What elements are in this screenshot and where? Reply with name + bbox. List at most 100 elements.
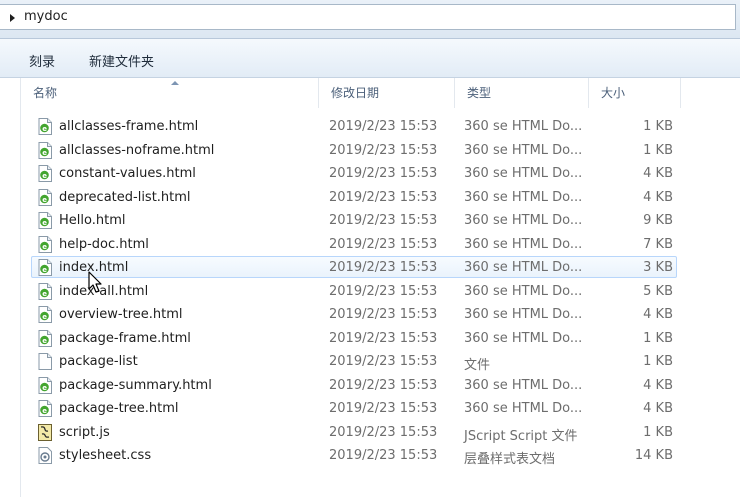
file-modified-date: 2019/2/23 15:53 (329, 425, 438, 440)
file-size: 3 KB (643, 260, 673, 275)
file-type: 360 se HTML Do... (464, 378, 583, 393)
file-row[interactable]: e Hello.html 2019/2/23 15:53 360 se HTML Do… (31, 209, 677, 231)
svg-text:e: e (42, 149, 47, 157)
svg-text:e: e (42, 313, 47, 321)
file-row[interactable]: e index-all.html 2019/2/23 15:53 360 se HTM… (31, 280, 677, 302)
file-size: 5 KB (643, 284, 673, 299)
command-toolbar: 刻录 新建文件夹 (0, 39, 740, 78)
file-name: help-doc.html (59, 237, 149, 252)
html-file-icon: e (38, 400, 52, 417)
file-size: 4 KB (643, 401, 673, 416)
file-type: 360 se HTML Do... (464, 307, 583, 322)
file-size: 1 KB (643, 331, 673, 346)
file-type: 层叠样式表文档 (464, 452, 556, 467)
file-row[interactable]: stylesheet.css 2019/2/23 15:53 层叠样式表文档 14 K… (31, 444, 677, 467)
html-file-icon: e (38, 330, 52, 347)
mouse-cursor-icon (88, 271, 102, 293)
file-type: 360 se HTML Do... (464, 119, 583, 134)
file-modified-date: 2019/2/23 15:53 (329, 448, 438, 463)
svg-text:e: e (42, 219, 47, 227)
burn-button[interactable]: 刻录 (29, 51, 55, 70)
file-row[interactable]: e package-frame.html 2019/2/23 15:53 360 se… (31, 327, 677, 349)
file-modified-date: 2019/2/23 15:53 (329, 354, 438, 369)
file-type: 360 se HTML Do... (464, 143, 583, 158)
file-row[interactable]: package-list 2019/2/23 15:53 文件 1 KB (31, 350, 677, 373)
html-file-icon: e (38, 118, 52, 135)
file-type: JScript Script 文件 (464, 429, 578, 444)
html-file-icon: e (38, 377, 52, 394)
file-name: package-summary.html (59, 378, 212, 393)
svg-text:e: e (42, 337, 47, 345)
file-row[interactable]: e package-summary.html 2019/2/23 15:53 360 … (31, 374, 677, 396)
html-file-icon: e (38, 142, 52, 159)
column-header-name[interactable]: 名称 (21, 78, 319, 108)
file-size: 1 KB (643, 354, 673, 369)
column-header-row: 名称 修改日期 类型 大小 (21, 78, 740, 108)
file-row[interactable]: e allclasses-frame.html 2019/2/23 15:53 360… (31, 115, 677, 137)
file-size: 1 KB (643, 143, 673, 158)
explorer-window: mydoc 刻录 新建文件夹 名称 修改日期 类型 大小 e allclasses… (0, 0, 740, 497)
file-size: 4 KB (643, 378, 673, 393)
file-size: 7 KB (643, 237, 673, 252)
file-type: 360 se HTML Do... (464, 331, 583, 346)
svg-text:e: e (42, 290, 47, 298)
file-row[interactable]: e index.html 2019/2/23 15:53 360 se HTML Do… (31, 256, 677, 278)
html-file-icon: e (38, 189, 52, 206)
file-modified-date: 2019/2/23 15:53 (329, 401, 438, 416)
file-type: 360 se HTML Do... (464, 213, 583, 228)
column-header-type[interactable]: 类型 (455, 78, 589, 108)
column-header-size[interactable]: 大小 (589, 78, 681, 108)
blank-file-icon (38, 353, 52, 370)
file-row[interactable]: e package-tree.html 2019/2/23 15:53 360 se … (31, 397, 677, 419)
html-file-icon: e (38, 165, 52, 182)
svg-text:e: e (42, 196, 47, 204)
html-file-icon: e (38, 306, 52, 323)
file-type: 360 se HTML Do... (464, 237, 583, 252)
breadcrumb-chevron-icon[interactable] (10, 14, 15, 22)
file-type: 360 se HTML Do... (464, 260, 583, 275)
file-name: overview-tree.html (59, 307, 183, 322)
file-name: stylesheet.css (59, 448, 152, 463)
file-row[interactable]: script.js 2019/2/23 15:53 JScript Script 文… (31, 421, 677, 444)
file-type: 文件 (464, 358, 491, 373)
css-file-icon (38, 447, 52, 464)
file-modified-date: 2019/2/23 15:53 (329, 284, 438, 299)
file-name: allclasses-noframe.html (59, 143, 215, 158)
new-folder-button[interactable]: 新建文件夹 (89, 51, 154, 70)
file-modified-date: 2019/2/23 15:53 (329, 307, 438, 322)
file-name: Hello.html (59, 213, 126, 228)
file-modified-date: 2019/2/23 15:53 (329, 378, 438, 393)
svg-text:e: e (42, 407, 47, 415)
file-size: 4 KB (643, 166, 673, 181)
file-size: 1 KB (643, 425, 673, 440)
file-size: 4 KB (643, 307, 673, 322)
file-name: script.js (59, 425, 110, 440)
breadcrumb-folder[interactable]: mydoc (24, 9, 68, 24)
file-name: package-tree.html (59, 401, 179, 416)
file-size: 9 KB (643, 213, 673, 228)
svg-text:e: e (42, 172, 47, 180)
file-row[interactable]: e deprecated-list.html 2019/2/23 15:53 360 … (31, 186, 677, 208)
file-name: deprecated-list.html (59, 190, 191, 205)
file-row[interactable]: e allclasses-noframe.html 2019/2/23 15:53 3… (31, 139, 677, 161)
script-file-icon (38, 424, 52, 441)
html-file-icon: e (38, 212, 52, 229)
column-header-modified[interactable]: 修改日期 (319, 78, 455, 108)
svg-text:e: e (42, 266, 47, 274)
file-name: constant-values.html (59, 166, 196, 181)
file-row[interactable]: e help-doc.html 2019/2/23 15:53 360 se HTML… (31, 233, 677, 255)
navigation-pane[interactable] (0, 78, 21, 497)
file-size: 4 KB (643, 190, 673, 205)
file-modified-date: 2019/2/23 15:53 (329, 237, 438, 252)
html-file-icon: e (38, 236, 52, 253)
breadcrumb[interactable]: mydoc (0, 4, 736, 30)
file-type: 360 se HTML Do... (464, 166, 583, 181)
file-modified-date: 2019/2/23 15:53 (329, 166, 438, 181)
file-row[interactable]: e constant-values.html 2019/2/23 15:53 360 … (31, 162, 677, 184)
svg-text:e: e (42, 384, 47, 392)
file-type: 360 se HTML Do... (464, 190, 583, 205)
svg-text:e: e (42, 125, 47, 133)
file-row[interactable]: e overview-tree.html 2019/2/23 15:53 360 se… (31, 303, 677, 325)
address-bar: mydoc (0, 0, 740, 39)
file-size: 1 KB (643, 119, 673, 134)
